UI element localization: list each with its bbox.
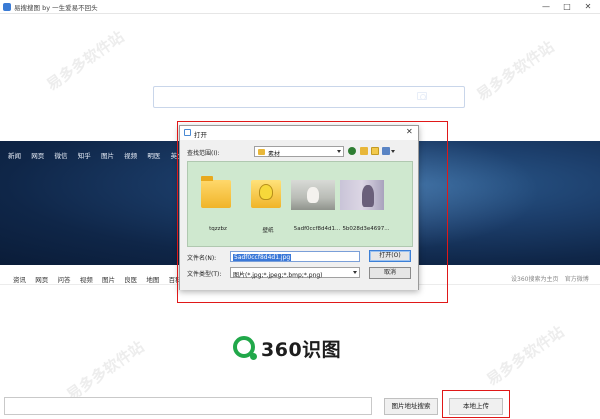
annotation-box-dialog <box>177 121 448 303</box>
logo-text: 360识图 <box>261 339 342 361</box>
watermark: 易多多软件站 <box>43 27 128 95</box>
banner-nav-item[interactable]: 知乎 <box>78 150 91 160</box>
secondary-nav-items: 资讯 网页 问答 视频 图片 良医 地图 百科 <box>13 274 189 284</box>
logo: 360识图 <box>233 334 373 364</box>
banner-nav-item[interactable]: 网页 <box>31 150 44 160</box>
window-titlebar: 易搜搜图 by 一生爱易不回头 — □ ✕ <box>0 0 600 14</box>
banner-nav-item[interactable]: 微信 <box>54 150 67 160</box>
banner-nav-item[interactable]: 视频 <box>124 150 137 160</box>
secondary-nav-item[interactable]: 视频 <box>80 274 93 284</box>
minimize-button[interactable]: — <box>538 0 554 14</box>
search-icon[interactable] <box>441 91 451 101</box>
maximize-button[interactable]: □ <box>559 0 575 14</box>
logo-dot-icon <box>250 353 257 360</box>
secondary-nav-item[interactable]: 问答 <box>57 274 70 284</box>
window-title: 易搜搜图 by 一生爱易不回头 <box>14 4 98 12</box>
app-icon <box>3 3 11 11</box>
watermark: 易多多软件站 <box>473 37 558 105</box>
banner-nav-item[interactable]: 图片 <box>101 150 114 160</box>
close-button[interactable]: ✕ <box>580 0 596 14</box>
secondary-nav-item[interactable]: 图片 <box>102 274 115 284</box>
secondary-nav-item[interactable]: 良医 <box>124 274 137 284</box>
secondary-nav-item[interactable]: 网页 <box>35 274 48 284</box>
banner-nav-item[interactable]: 新闻 <box>8 150 21 160</box>
watermark: 易多多软件站 <box>63 337 148 405</box>
banner-nav-item[interactable]: 明医 <box>147 150 160 160</box>
secondary-nav-right: 设360搜索为主页 官方微博 <box>507 274 589 283</box>
official-weibo-link[interactable]: 官方微博 <box>565 274 589 283</box>
secondary-nav-item[interactable]: 地图 <box>146 274 159 284</box>
set-homepage-link[interactable]: 设360搜索为主页 <box>511 274 558 283</box>
camera-icon[interactable] <box>417 92 427 100</box>
image-url-search-button[interactable]: 图片地址搜索 <box>384 398 438 415</box>
annotation-box-upload <box>442 390 510 418</box>
secondary-nav-item[interactable]: 资讯 <box>13 274 26 284</box>
banner-nav: 新闻 网页 微信 知乎 图片 视频 明医 英文 <box>8 150 192 160</box>
image-url-input[interactable] <box>4 397 372 415</box>
watermark: 易多多软件站 <box>483 322 568 390</box>
